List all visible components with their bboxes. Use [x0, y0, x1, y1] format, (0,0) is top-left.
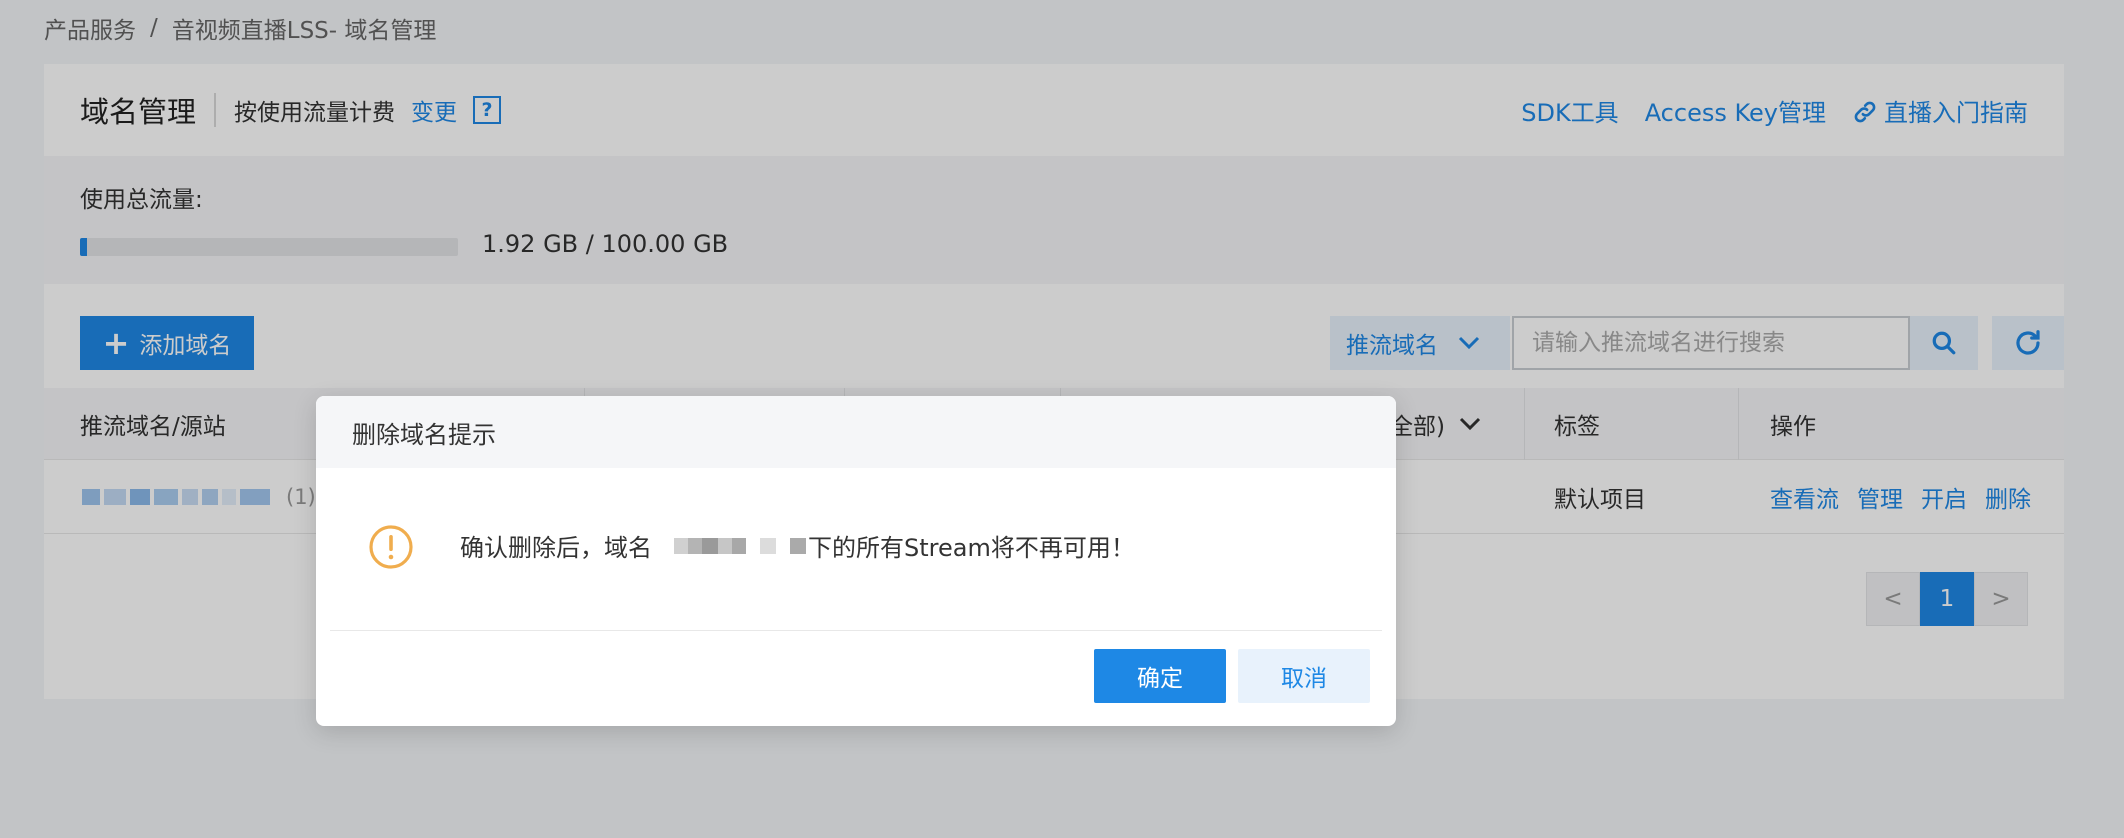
- cancel-button[interactable]: 取消: [1238, 649, 1370, 703]
- dialog-divider: [330, 630, 1382, 631]
- dialog-message: 确认删除后，域名 下的所有Stream将不再可用！: [460, 528, 1135, 563]
- message-before: 确认删除后，域名: [460, 534, 652, 562]
- redacted-domain: [654, 537, 806, 554]
- delete-domain-dialog: 删除域名提示 确认删除后，域名 下的所有Stream将不再可用！ 确定 取消: [316, 396, 1396, 726]
- dialog-body: 确认删除后，域名 下的所有Stream将不再可用！: [316, 468, 1396, 626]
- confirm-button[interactable]: 确定: [1094, 649, 1226, 703]
- message-after: 下的所有Stream将不再可用！: [808, 534, 1135, 562]
- dialog-title: 删除域名提示: [316, 396, 1396, 468]
- warning-icon: [369, 525, 413, 569]
